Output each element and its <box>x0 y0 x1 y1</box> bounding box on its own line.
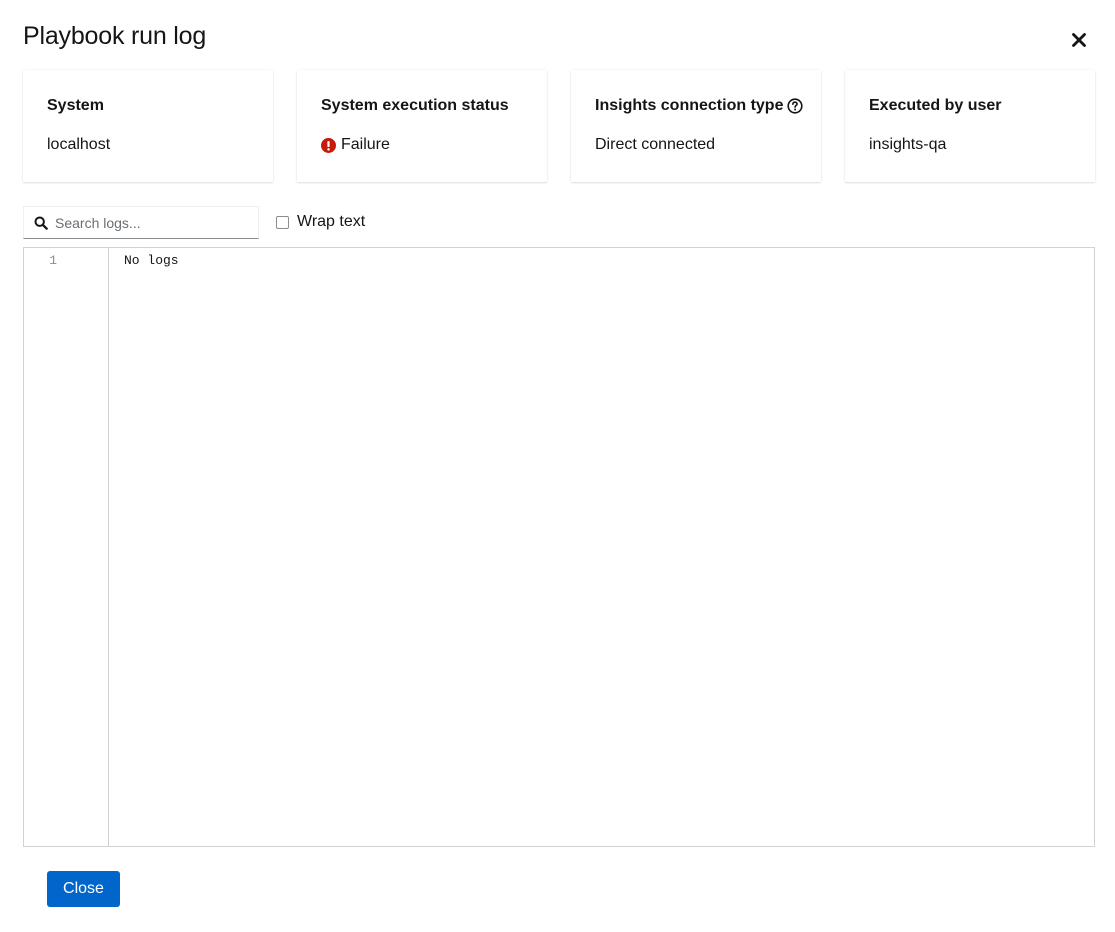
log-line: No logs <box>124 253 179 268</box>
card-title-text: System <box>47 97 104 114</box>
search-input[interactable] <box>55 214 245 231</box>
wrap-text-toggle[interactable]: Wrap text <box>276 213 365 231</box>
card-value: localhost <box>47 136 110 154</box>
card-title-text: System execution status <box>321 97 509 114</box>
wrap-text-label: Wrap text <box>297 213 366 230</box>
card-value-text: insights-qa <box>869 136 947 153</box>
card-title: Executed by user <box>869 97 1002 115</box>
exclamation-circle-icon <box>321 137 336 153</box>
wrap-text-checkbox[interactable] <box>276 215 289 229</box>
card-value-text: localhost <box>47 136 111 153</box>
question-circle-icon[interactable] <box>787 98 804 114</box>
card-connection-type: Insights connection type Direct connecte… <box>571 70 821 182</box>
card-system: System localhost <box>23 70 273 182</box>
card-title: System <box>47 97 104 115</box>
line-number: 1 <box>49 253 57 268</box>
card-value: Failure <box>321 136 390 154</box>
status-text: Failure <box>341 136 390 153</box>
card-value-text: Direct connected <box>595 136 716 153</box>
log-viewer[interactable]: 1 No logs <box>23 247 1095 847</box>
close-button[interactable]: Close <box>47 871 120 907</box>
card-title-text: Executed by user <box>869 97 1002 114</box>
close-icon[interactable] <box>1068 29 1090 51</box>
search-icon <box>24 215 55 230</box>
card-value: Direct connected <box>595 136 715 154</box>
card-execution-status: System execution status Failure <box>297 70 547 182</box>
card-title: System execution status <box>321 97 509 115</box>
card-executed-by: Executed by user insights-qa <box>845 70 1095 182</box>
card-title: Insights connection type <box>595 97 804 115</box>
card-value: insights-qa <box>869 136 946 154</box>
search-box[interactable] <box>23 206 259 239</box>
line-number-gutter: 1 <box>24 248 109 846</box>
card-title-text: Insights connection type <box>595 97 784 114</box>
summary-cards: System localhost System execution status… <box>23 70 1095 182</box>
modal-title: Playbook run log <box>23 22 207 50</box>
